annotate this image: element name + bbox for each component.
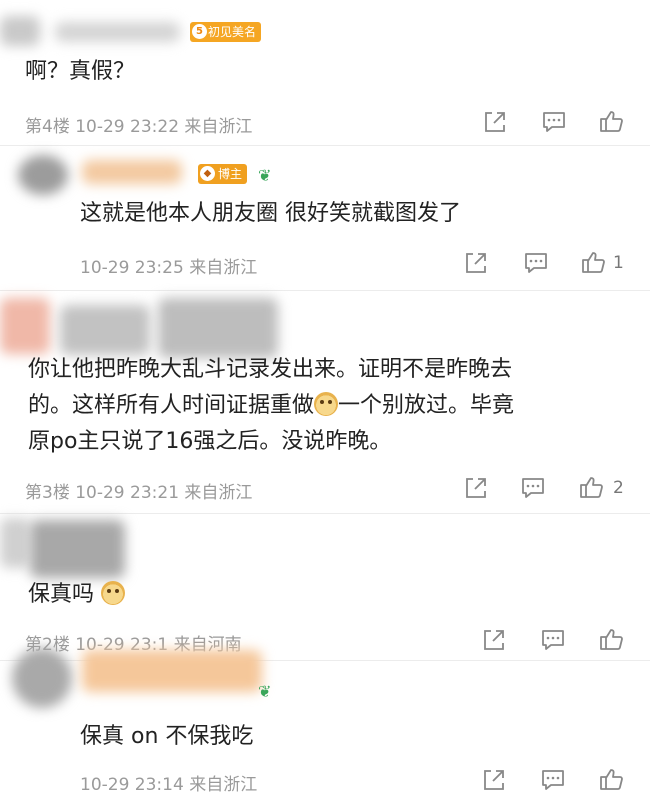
share-icon — [484, 630, 504, 650]
share-button[interactable] — [482, 109, 508, 135]
username[interactable] — [82, 160, 182, 184]
leaf-icon: ❦ — [258, 682, 272, 701]
comment-text: 原po主只说了16强之后。没说昨晚。 — [28, 429, 392, 454]
comment-text: 保真 on 不保我吃 — [80, 724, 254, 749]
username[interactable] — [60, 305, 150, 355]
share-button[interactable] — [481, 767, 507, 793]
share-button[interactable] — [481, 627, 507, 653]
username[interactable] — [82, 650, 262, 692]
comment-meta: 第4楼 10-29 23:22 来自浙江 — [25, 117, 253, 137]
comment-icon — [525, 253, 547, 273]
username[interactable] — [55, 22, 180, 42]
reply-button[interactable] — [540, 767, 566, 793]
avatar[interactable] — [12, 648, 72, 708]
thumbs-up-icon — [580, 477, 603, 498]
share-button[interactable] — [463, 475, 489, 501]
surprised-emoji-icon — [101, 581, 126, 605]
share-icon — [466, 478, 486, 498]
reply-button[interactable] — [520, 475, 546, 501]
avatar[interactable] — [0, 518, 30, 568]
reply-button[interactable] — [523, 250, 549, 276]
username[interactable] — [30, 520, 125, 578]
badge-label: 博主 — [218, 167, 243, 181]
user-level-badge: 5 初见美名 — [190, 22, 262, 42]
comment-text: 啊？真假？ — [25, 59, 136, 84]
avatar[interactable] — [18, 155, 68, 195]
share-icon — [484, 770, 504, 790]
reply-button[interactable] — [541, 109, 567, 135]
comment-text: 这就是他本人朋友圈 很好笑就截图发了 — [80, 201, 461, 226]
badge-label: 初见美名 — [208, 25, 257, 39]
share-icon — [485, 112, 505, 132]
leaf-icon: ❦ — [258, 166, 272, 185]
blogger-badge: ◆ 博主 — [198, 164, 248, 184]
divider — [0, 290, 650, 291]
like-count: 2 — [613, 478, 624, 498]
like-button[interactable] — [598, 108, 624, 134]
like-button[interactable] — [578, 474, 604, 500]
like-button[interactable] — [598, 626, 624, 652]
thumbs-up-icon — [582, 252, 605, 273]
comment-text: 保真吗 — [28, 577, 126, 612]
like-count: 1 — [613, 253, 624, 273]
comment-meta: 10-29 23:25 来自浙江 — [80, 258, 258, 278]
comment-text: 你让他把昨晚大乱斗记录发出来。证明不是昨晚去 — [28, 357, 513, 382]
like-button[interactable] — [580, 249, 606, 275]
avatar[interactable] — [0, 298, 50, 354]
thumbs-up-icon — [600, 769, 623, 790]
like-button[interactable] — [598, 766, 624, 792]
comment-icon — [543, 112, 565, 132]
comment-meta: 10-29 23:14 来自浙江 — [80, 775, 258, 795]
share-button[interactable] — [463, 250, 489, 276]
reply-button[interactable] — [540, 627, 566, 653]
doge-emoji-icon — [314, 392, 339, 416]
comment-icon — [542, 770, 564, 790]
thumbs-up-icon — [600, 629, 623, 650]
divider — [0, 513, 650, 514]
comment-icon — [522, 478, 544, 498]
avatar[interactable] — [0, 16, 40, 46]
comment-meta: 第3楼 10-29 23:21 来自浙江 — [25, 483, 253, 503]
share-icon — [466, 253, 486, 273]
username[interactable] — [158, 298, 278, 358]
thumbs-up-icon — [600, 111, 623, 132]
divider — [0, 145, 650, 146]
comment-icon — [542, 630, 564, 650]
comment-text: 的。这样所有人时间证据重做 一个别放过。毕竟 — [28, 392, 515, 418]
